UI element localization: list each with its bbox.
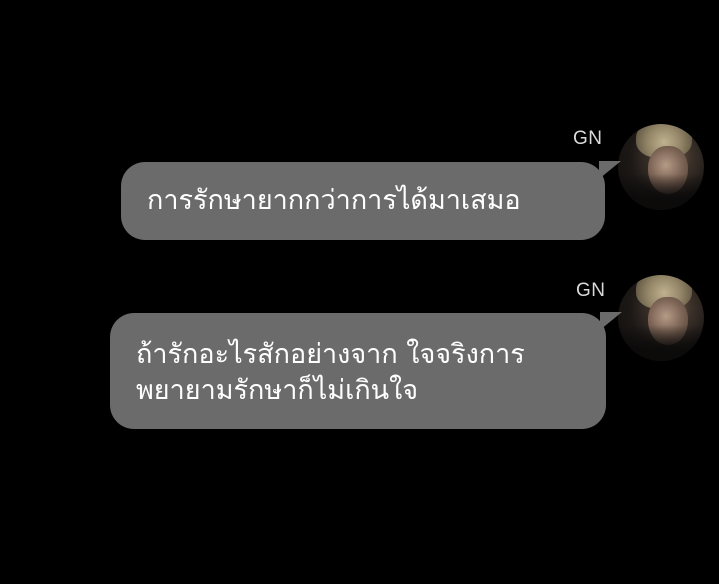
- avatar[interactable]: [618, 124, 704, 210]
- sender-name: GN: [573, 128, 603, 149]
- sender-name: GN: [576, 280, 606, 301]
- bubble-tail: [599, 161, 621, 179]
- avatar[interactable]: [618, 275, 704, 361]
- message-text: ถ้ารักอะไรสักอย่างจาก ใจจริงการ พยายามรั…: [136, 339, 525, 406]
- message-text: การรักษายากกว่าการได้มาเสมอ: [147, 185, 521, 216]
- avatar-shade: [618, 174, 704, 210]
- chat-view: GN การรักษายากกว่าการได้มาเสมอ GN ถ้ารัก…: [0, 0, 719, 584]
- bubble-tail: [600, 312, 622, 330]
- message-bubble[interactable]: การรักษายากกว่าการได้มาเสมอ: [121, 161, 621, 240]
- avatar-shade: [618, 325, 704, 361]
- message-bubble[interactable]: ถ้ารักอะไรสักอย่างจาก ใจจริงการ พยายามรั…: [110, 312, 622, 429]
